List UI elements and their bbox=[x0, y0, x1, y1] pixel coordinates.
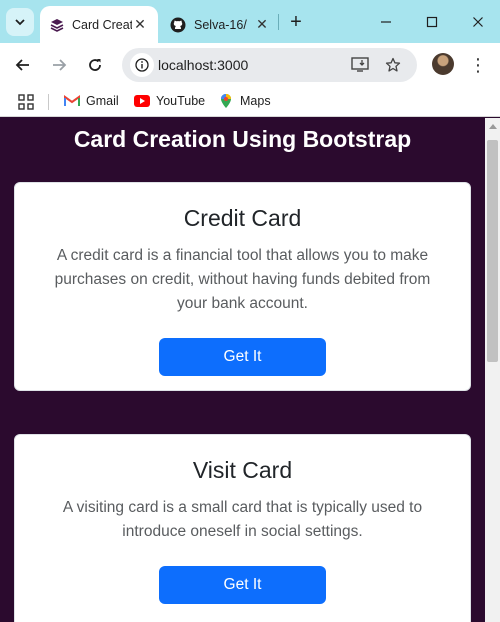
card-text: A visiting card is a small card that is … bbox=[62, 499, 423, 540]
browser-toolbar: localhost:3000 ⋮ bbox=[0, 43, 500, 87]
tab-card-creation[interactable]: Card Creation Using Bootstrap ✕ bbox=[40, 6, 158, 43]
get-it-button[interactable]: Get It bbox=[159, 338, 326, 376]
bookmark-label: YouTube bbox=[156, 94, 206, 108]
site-info-button[interactable] bbox=[130, 53, 154, 77]
new-tab-button[interactable]: + bbox=[284, 10, 308, 34]
bookmark-maps[interactable]: Maps bbox=[218, 93, 271, 109]
bootstrap-stack-icon bbox=[50, 18, 64, 32]
tab-strip: Card Creation Using Bootstrap ✕ Selva-16… bbox=[0, 0, 500, 43]
address-url[interactable]: localhost:3000 bbox=[158, 57, 248, 73]
back-button[interactable] bbox=[9, 51, 37, 79]
maps-icon bbox=[218, 93, 234, 109]
plus-icon: + bbox=[290, 10, 302, 33]
bookmarks-separator bbox=[48, 94, 49, 110]
maximize-button[interactable] bbox=[412, 8, 452, 36]
card-title: Visit Card bbox=[192, 457, 293, 483]
bookmarks-bar: Gmail YouTube Maps bbox=[0, 87, 500, 117]
address-bar[interactable]: localhost:3000 bbox=[122, 48, 417, 82]
scrollbar-thumb[interactable] bbox=[487, 140, 498, 362]
profile-avatar[interactable] bbox=[432, 53, 454, 75]
bookmark-star-button[interactable] bbox=[383, 55, 403, 75]
reload-icon bbox=[89, 59, 101, 71]
card-text: A credit card is a financial tool that a… bbox=[54, 247, 431, 312]
card-title: Credit Card bbox=[183, 205, 302, 231]
visit-card-card: Visit Card A visiting card is a small ca… bbox=[14, 434, 471, 622]
bookmark-youtube[interactable]: YouTube bbox=[134, 93, 205, 109]
gmail-icon bbox=[64, 93, 80, 109]
tab-search-button[interactable] bbox=[6, 8, 34, 36]
info-icon bbox=[135, 58, 149, 72]
minimize-button[interactable] bbox=[366, 8, 406, 36]
page-content: Card Creation Using Bootstrap Credit Car… bbox=[0, 118, 500, 622]
bookmark-gmail[interactable]: Gmail bbox=[64, 93, 119, 109]
tab-title: Selva-16/ bbox=[194, 17, 247, 32]
close-tab-icon[interactable]: ✕ bbox=[132, 16, 148, 33]
tab-title: Card Creation Using Bootstrap bbox=[72, 17, 132, 32]
tab-separator bbox=[278, 14, 279, 30]
more-vert-icon: ⋮ bbox=[469, 54, 487, 75]
minimize-icon bbox=[381, 21, 391, 23]
arrow-left-icon bbox=[15, 59, 29, 71]
page-title: Card Creation Using Bootstrap bbox=[73, 126, 412, 152]
scroll-up-arrow-icon[interactable] bbox=[489, 124, 497, 129]
install-app-button[interactable] bbox=[350, 55, 370, 75]
close-tab-icon[interactable]: ✕ bbox=[254, 16, 270, 33]
reload-button[interactable] bbox=[81, 51, 109, 79]
github-icon bbox=[170, 17, 186, 32]
credit-card-card: Credit Card A credit card is a financial… bbox=[14, 182, 471, 391]
maximize-icon bbox=[426, 16, 438, 28]
bookmark-label: Gmail bbox=[86, 94, 119, 108]
close-window-button[interactable] bbox=[458, 8, 498, 36]
arrow-right-icon bbox=[53, 59, 67, 71]
youtube-icon bbox=[134, 93, 150, 109]
bookmark-label: Maps bbox=[240, 94, 271, 108]
install-icon bbox=[351, 57, 369, 72]
tab-github[interactable]: Selva-16/ ✕ bbox=[160, 6, 280, 43]
get-it-button[interactable]: Get It bbox=[159, 566, 326, 604]
chevron-down-icon bbox=[15, 19, 25, 26]
forward-button[interactable] bbox=[45, 51, 73, 79]
page-scrollbar[interactable] bbox=[485, 118, 500, 622]
close-icon bbox=[473, 17, 483, 27]
apps-grid-icon[interactable] bbox=[18, 94, 34, 110]
star-icon bbox=[385, 57, 401, 72]
browser-menu-button[interactable]: ⋮ bbox=[468, 53, 488, 77]
